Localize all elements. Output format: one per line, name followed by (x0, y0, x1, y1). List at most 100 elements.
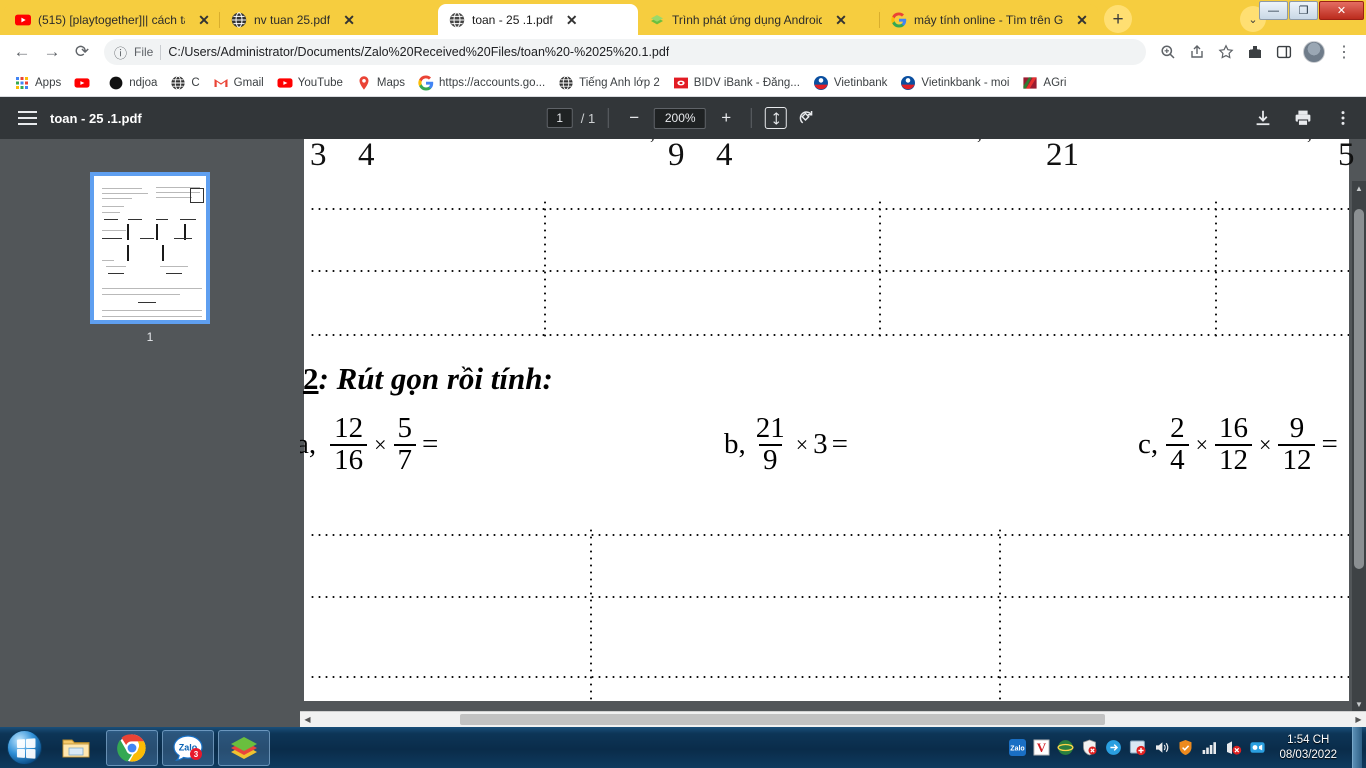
close-icon[interactable]: ✕ (196, 12, 212, 28)
star-icon[interactable] (1212, 38, 1240, 66)
volume-icon[interactable] (1153, 739, 1170, 756)
thumbnail-wrapper[interactable]: 1 (90, 172, 210, 344)
tab-title: nv tuan 25.pdf (254, 12, 331, 27)
taskbar-item-zalo[interactable]: Zalo 3 (162, 729, 214, 766)
bookmark-maps[interactable]: Maps (351, 73, 410, 93)
minimize-button[interactable]: — (1259, 1, 1288, 20)
bookmark-vietinbank[interactable]: Vietinbank (808, 73, 893, 93)
bluestacks-icon (649, 12, 665, 28)
numerator: 21 (755, 412, 785, 444)
scroll-right-icon[interactable]: ▶ (1351, 712, 1366, 728)
bookmark-vietinkbank-moi[interactable]: Vietinkbank - moi (895, 73, 1014, 93)
browser-tab-0[interactable]: (515) [playtogether]|| cách tải ✕ (4, 4, 220, 35)
bookmark-label: ndjoa (129, 76, 158, 89)
top-number-3: 4 (716, 139, 733, 173)
forward-icon[interactable]: → (38, 38, 66, 66)
maximize-button[interactable]: ❐ (1289, 1, 1318, 20)
apps-grid-icon (14, 75, 30, 91)
share-icon[interactable] (1183, 38, 1211, 66)
zoom-icon[interactable] (1154, 38, 1182, 66)
close-window-button[interactable]: ✕ (1319, 1, 1364, 20)
browser-tab-1[interactable]: nv tuan 25.pdf ✕ (219, 4, 438, 35)
teams-icon[interactable] (1249, 739, 1266, 756)
bookmark-gmail[interactable]: Gmail (208, 73, 269, 93)
bookmark-youtube-1[interactable] (69, 73, 100, 93)
new-tab-button[interactable]: + (1104, 5, 1132, 33)
denominator: 12 (1278, 443, 1316, 476)
close-icon[interactable]: ✕ (1074, 12, 1090, 28)
browser-tab-2-active[interactable]: toan - 25 .1.pdf ✕ (438, 4, 638, 35)
exercise-heading: 2: Rút gọn rồi tính: (303, 361, 553, 397)
print-icon[interactable] (1290, 105, 1316, 131)
bookmark-label: AGri (1043, 76, 1067, 89)
horizontal-scroll-thumb[interactable] (460, 714, 1105, 725)
bookmark-label: https://accounts.go... (439, 76, 546, 89)
show-desktop-button[interactable] (1352, 727, 1362, 768)
puzzle-icon[interactable] (1241, 38, 1269, 66)
bookmark-bidv-ibank[interactable]: BIDV iBank - Đăng... (668, 73, 805, 93)
bookmark-ndjoa[interactable]: ndjoa (103, 73, 162, 93)
page-number-input[interactable]: 1 (546, 108, 573, 128)
reload-icon[interactable]: ⟳ (68, 38, 96, 66)
back-icon[interactable]: ← (8, 38, 36, 66)
tab-title: Trình phát ứng dụng Android (672, 12, 822, 27)
globe-icon (231, 11, 247, 28)
pdf-toolbar: toan - 25 .1.pdf 1 / 1 − 200% + (0, 97, 1366, 139)
vertical-scrollbar[interactable]: ▲ ▼ (1352, 181, 1366, 711)
taskbar-item-bluestacks[interactable] (218, 729, 270, 766)
zoom-level-value[interactable]: 200% (654, 107, 707, 129)
numerator: 12 (334, 412, 364, 444)
unikey-icon[interactable] (1057, 739, 1074, 756)
more-vertical-icon[interactable]: ⋮ (1330, 38, 1358, 66)
bookmark-youtube-2[interactable]: YouTube (272, 73, 348, 93)
pdf-page-pane[interactable]: 3 4 ’ 9 4 ’ 21 ’ 5 2: Rút gọn rồi tính: … (300, 139, 1366, 727)
v-letter-icon[interactable]: V (1033, 739, 1050, 756)
close-icon[interactable]: ✕ (341, 12, 357, 28)
shield-red-icon[interactable] (1081, 739, 1098, 756)
bookmark-apps[interactable]: Apps (9, 73, 66, 93)
rotate-icon[interactable] (795, 106, 819, 130)
close-icon[interactable]: ✕ (833, 12, 849, 28)
zoom-in-button[interactable]: + (714, 106, 738, 130)
browser-tab-4[interactable]: máy tính online - Tìm trên Go ✕ (879, 4, 1098, 35)
signal-bars-icon[interactable] (1201, 739, 1218, 756)
address-bar[interactable]: ⓘ File C:/Users/Administrator/Documents/… (104, 39, 1146, 65)
pdf-thumbnail-pane: 1 (0, 139, 300, 727)
youtube-icon (74, 75, 90, 91)
bookmark-agri[interactable]: AGri (1017, 73, 1071, 93)
top-number-0: 3 (310, 139, 327, 173)
taskbar-clock[interactable]: 1:54 CH 08/03/2022 (1279, 733, 1337, 763)
avatar[interactable] (1303, 41, 1325, 63)
network-error-icon[interactable] (1225, 739, 1242, 756)
fit-page-icon[interactable] (765, 107, 788, 129)
zoom-out-button[interactable]: − (622, 106, 646, 130)
close-icon[interactable]: ✕ (564, 12, 580, 28)
page-thumbnail-1[interactable] (90, 172, 210, 324)
bookmark-tieng-anh-lop-2[interactable]: Tiếng Anh lớp 2 (553, 73, 665, 93)
scroll-down-icon[interactable]: ▼ (1352, 697, 1366, 711)
update-icon[interactable] (1129, 739, 1147, 756)
browser-tab-3[interactable]: Trình phát ứng dụng Android ✕ (638, 4, 880, 35)
operator-multiply: × (1259, 431, 1272, 457)
horizontal-scrollbar[interactable]: ◀ ▶ (300, 711, 1366, 727)
blue-arrow-icon[interactable] (1105, 739, 1122, 756)
start-button[interactable] (0, 729, 48, 767)
info-icon[interactable]: ⓘ (114, 43, 127, 62)
scroll-left-icon[interactable]: ◀ (300, 712, 315, 728)
security-shield-icon[interactable] (1177, 739, 1194, 756)
hamburger-icon[interactable] (12, 103, 42, 133)
exercise-c: c, 2 4 × 16 12 × 9 12 = (1138, 413, 1338, 476)
bookmark-accounts-google[interactable]: https://accounts.go... (413, 73, 550, 93)
bookmark-label: Vietinkbank - moi (921, 76, 1010, 89)
scroll-up-icon[interactable]: ▲ (1352, 181, 1366, 195)
taskbar-item-windows-explorer[interactable] (50, 730, 102, 766)
answer-line (309, 676, 1349, 678)
side-panel-icon[interactable] (1270, 38, 1298, 66)
taskbar-item-google-chrome[interactable] (106, 729, 158, 766)
zalo-tray-icon[interactable]: Zalo (1009, 739, 1027, 756)
bookmark-c[interactable]: C (165, 73, 204, 93)
more-vertical-icon[interactable] (1330, 105, 1356, 131)
download-icon[interactable] (1250, 105, 1276, 131)
vertical-scroll-thumb[interactable] (1354, 209, 1364, 569)
numerator: 5 (397, 412, 413, 444)
